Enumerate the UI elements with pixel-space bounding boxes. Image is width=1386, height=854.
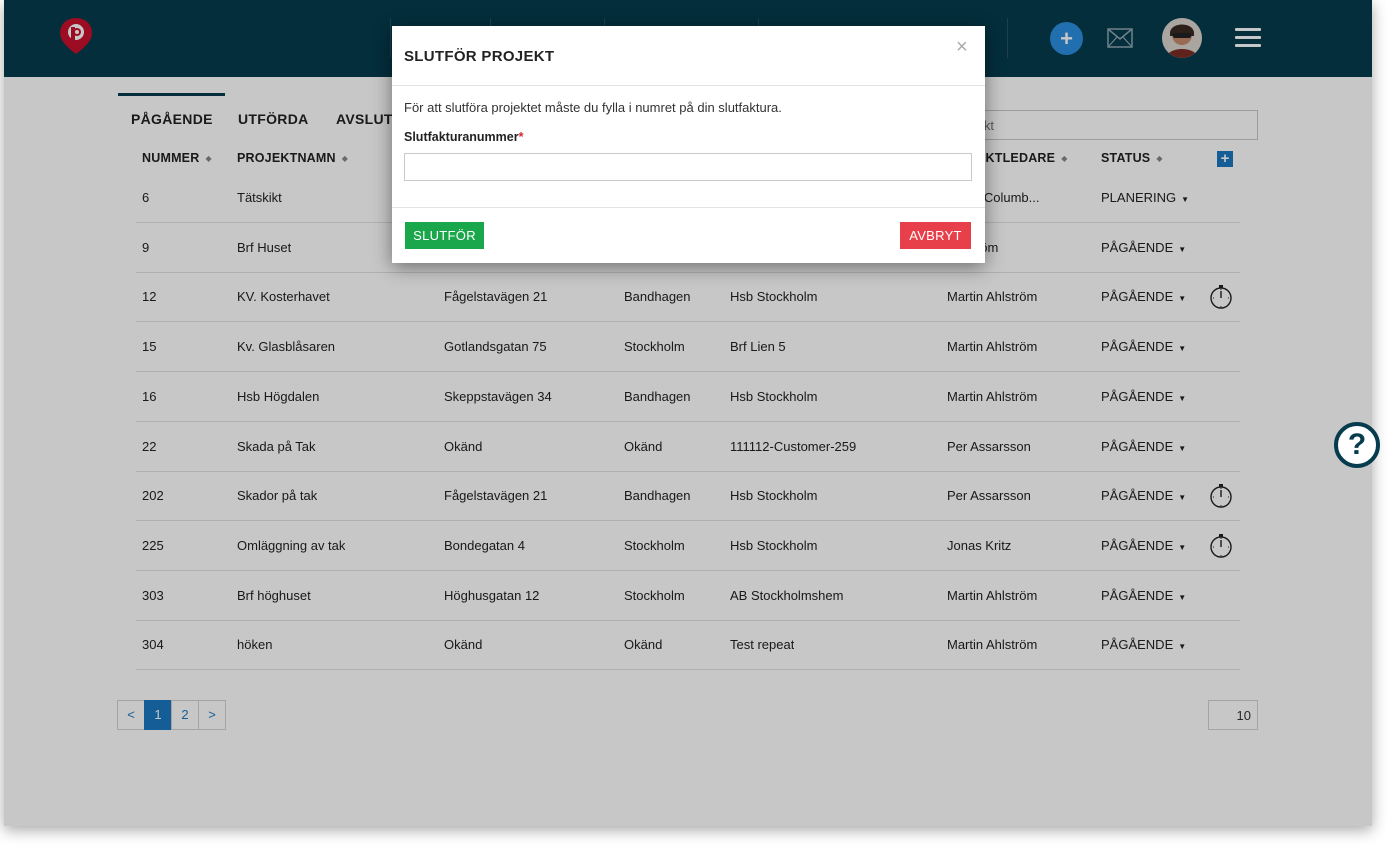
invoice-number-label: Slutfakturanummer*	[404, 130, 523, 144]
required-marker: *	[518, 130, 524, 144]
invoice-number-label-text: Slutfakturanummer	[404, 130, 519, 144]
help-icon[interactable]: ?	[1334, 422, 1380, 468]
dialog-divider	[392, 85, 985, 86]
dialog-divider	[392, 207, 985, 208]
cancel-button[interactable]: AVBRYT	[900, 222, 971, 249]
finish-button[interactable]: SLUTFÖR	[405, 222, 484, 249]
dialog-description: För att slutföra projektet måste du fyll…	[404, 100, 782, 115]
finish-project-dialog: SLUTFÖR PROJEKT × För att slutföra proje…	[392, 26, 985, 263]
close-icon[interactable]: ×	[956, 36, 968, 59]
dialog-title: SLUTFÖR PROJEKT	[404, 48, 555, 65]
invoice-number-input[interactable]	[404, 153, 972, 181]
app-window: + PÅGÅENDE UTFÖRDA AVSLUT NUMMER	[4, 0, 1372, 826]
